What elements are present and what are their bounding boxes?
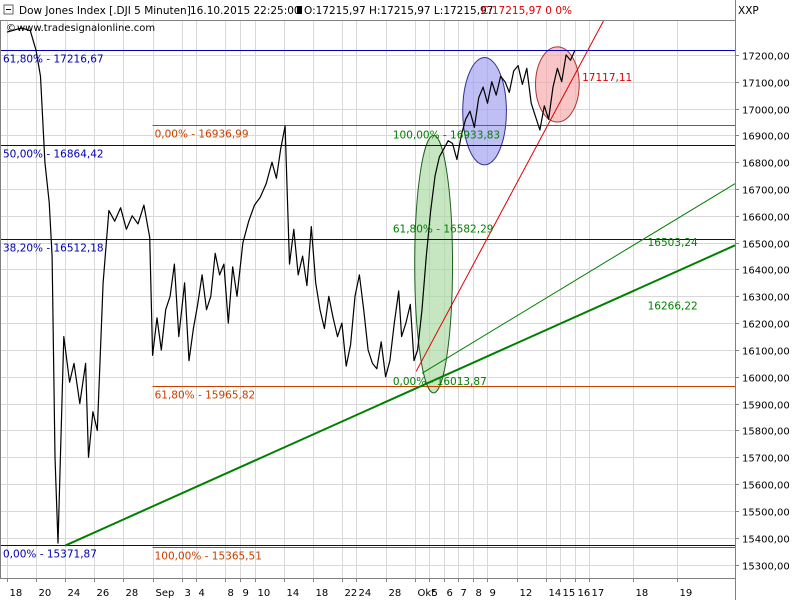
price-tick-label: 17000,00 [742, 106, 790, 117]
fib-level-label: 100,00% - 15365,51 [155, 551, 262, 563]
time-tick-label: 28 [126, 588, 139, 599]
fib-level-label: 0,00% - 16936,99 [155, 129, 249, 141]
price-tick-label: 16600,00 [742, 213, 790, 224]
time-tick-label: 14 [549, 588, 562, 599]
trend-line-label: 16266,22 [648, 300, 698, 312]
highlight-ellipse [535, 46, 580, 123]
trend-line-label: 16503,24 [648, 237, 698, 249]
instrument-label: Dow Jones Index [.DJI 5 Minuten] [19, 5, 191, 17]
trend-line-label: 17117,11 [582, 72, 632, 84]
time-tick-label: 8 [228, 588, 234, 599]
time-tick-label: 16 [578, 588, 591, 599]
time-tick-label: 24 [359, 588, 372, 599]
price-tick-label: 16100,00 [742, 347, 790, 358]
time-tick-label: 19 [680, 588, 693, 599]
time-tick-label: 18 [10, 588, 23, 599]
fib-level-label: 38,20% - 16512,18 [3, 243, 104, 255]
time-tick-label: 17 [592, 588, 605, 599]
price-tick-label: 16700,00 [742, 186, 790, 197]
time-tick-label: 6 [447, 588, 453, 599]
time-tick-label: 3 [185, 588, 191, 599]
ohlc-label: O:17215,97 H:17215,97 L:17215,97 [304, 5, 493, 17]
source-label: www.tradesignalonline.com [17, 23, 155, 34]
time-tick-label: 7 [461, 588, 467, 599]
fib-level-label: 50,00% - 16864,42 [3, 149, 104, 161]
candle-icon [297, 6, 302, 14]
fib-level-label: 61,80% - 17216,67 [3, 54, 104, 66]
time-tick-label: 18 [316, 588, 329, 599]
price-tick-label: 17200,00 [742, 52, 790, 63]
time-tick-label: 10 [258, 588, 271, 599]
time-tick-label: 4 [199, 588, 205, 599]
price-tick-label: 16200,00 [742, 320, 790, 331]
price-tick-label: 15600,00 [742, 481, 790, 492]
datetime-label: 16.10.2015 22:25:00 [190, 5, 301, 17]
time-tick-label: 20 [39, 588, 52, 599]
price-tick-label: 15500,00 [742, 508, 790, 519]
highlight-ellipse [414, 134, 454, 394]
price-tick-label: 16300,00 [742, 293, 790, 304]
time-tick-label: 8 [476, 588, 482, 599]
time-tick-label: 9 [490, 588, 496, 599]
fib-level-label: 61,80% - 15965,82 [155, 390, 256, 402]
price-tick-label: 16400,00 [742, 266, 790, 277]
time-tick-label: 22 [345, 588, 358, 599]
time-tick-label: 9 [243, 588, 249, 599]
price-tick-label: 15700,00 [742, 454, 790, 465]
price-tick-label: 16900,00 [742, 132, 790, 143]
symbol-tag: XXP [738, 5, 759, 17]
time-tick-label: 28 [389, 588, 402, 599]
time-tick-label: 5 [432, 588, 438, 599]
time-tick-label: 14 [287, 588, 300, 599]
price-tick-label: 15300,00 [742, 562, 790, 573]
time-tick-label: 26 [97, 588, 110, 599]
price-tick-label: 15400,00 [742, 535, 790, 546]
time-tick-label: 12 [520, 588, 533, 599]
fib-level-label: 0,00% - 15371,87 [3, 549, 97, 561]
fib-retracement-label: 61,80% - 16582,29 [393, 224, 494, 236]
price-tick-label: 16500,00 [742, 240, 790, 251]
price-tick-label: 15800,00 [742, 427, 790, 438]
price-tick-label: 15900,00 [742, 401, 790, 412]
price-tick-label: 17100,00 [742, 79, 790, 90]
copyright-icon: © [6, 23, 16, 34]
change-label: C:17215,97 0 0% [481, 5, 572, 17]
price-tick-label: 16000,00 [742, 374, 790, 385]
price-tick-label: 16800,00 [742, 159, 790, 170]
time-tick-label: 18 [636, 588, 649, 599]
time-tick-label: 24 [68, 588, 81, 599]
fib-retracement-label: 0,00% - 16013,87 [393, 376, 487, 388]
fib-retracement-label: 100,00% - 16933,83 [393, 129, 500, 141]
highlight-ellipse [462, 57, 507, 166]
time-tick-label: 15 [563, 588, 576, 599]
chart-canvas[interactable]: 61,80% - 17216,67 50,00% - 16864,42 38,20%… [0, 0, 800, 600]
time-tick-label: Sep [156, 588, 175, 599]
